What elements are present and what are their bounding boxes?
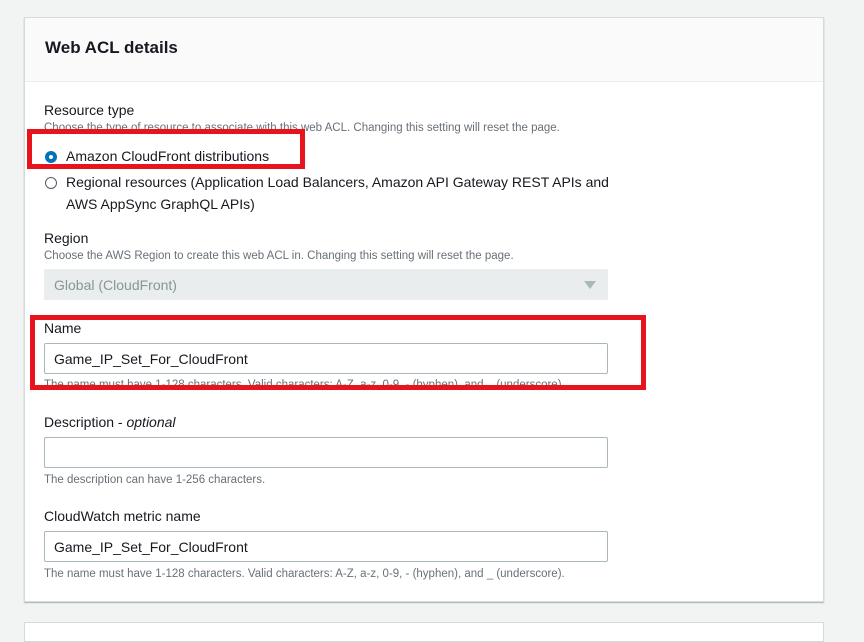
description-label-text: Description bbox=[44, 414, 115, 430]
region-select: Global (CloudFront) bbox=[44, 269, 608, 300]
radio-option-regional[interactable]: Regional resources (Application Load Bal… bbox=[45, 174, 609, 215]
region-select-value: Global (CloudFront) bbox=[54, 277, 177, 293]
metric-name-input[interactable] bbox=[44, 531, 608, 562]
name-label: Name bbox=[44, 320, 82, 336]
description-input[interactable] bbox=[44, 437, 608, 468]
radio-option-cloudfront[interactable]: Amazon CloudFront distributions bbox=[45, 148, 269, 167]
radio-label-regional-line1: Regional resources (Application Load Bal… bbox=[66, 174, 609, 190]
region-hint: Choose the AWS Region to create this web… bbox=[44, 250, 514, 262]
description-optional-tag: optional bbox=[126, 414, 176, 430]
radio-button-regional[interactable] bbox=[45, 177, 57, 189]
metric-hint: The name must have 1-128 characters. Val… bbox=[44, 568, 565, 580]
radio-label-cloudfront: Amazon CloudFront distributions bbox=[66, 148, 270, 164]
radio-button-cloudfront[interactable] bbox=[45, 151, 57, 163]
description-label-separator: - bbox=[114, 414, 127, 430]
web-acl-details-panel: Web ACL details Resource type Choose the… bbox=[24, 17, 824, 602]
radio-label-regional-line2: AWS AppSync GraphQL APIs) bbox=[66, 196, 255, 212]
name-hint: The name must have 1-128 characters. Val… bbox=[44, 379, 565, 386]
caret-down-icon bbox=[584, 281, 596, 289]
description-label: Description - optional bbox=[44, 414, 176, 430]
region-label: Region bbox=[44, 230, 89, 246]
resource-type-label: Resource type bbox=[44, 102, 135, 118]
name-input[interactable] bbox=[44, 343, 608, 374]
radio-label-regional: Regional resources (Application Load Bal… bbox=[66, 171, 609, 215]
metric-label: CloudWatch metric name bbox=[44, 508, 201, 524]
description-hint: The description can have 1-256 character… bbox=[44, 474, 266, 486]
panel-header: Web ACL details bbox=[25, 18, 823, 82]
resource-type-hint: Choose the type of resource to associate… bbox=[44, 122, 560, 134]
next-panel bbox=[24, 622, 824, 642]
panel-title: Web ACL details bbox=[45, 38, 178, 57]
